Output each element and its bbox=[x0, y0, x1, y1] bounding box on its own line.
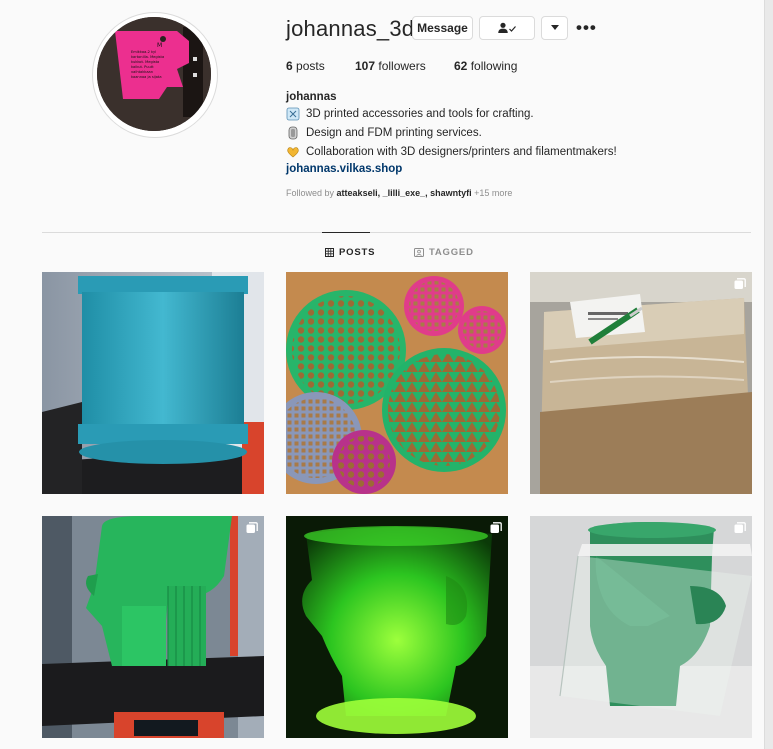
profile-username: johannas_3d bbox=[286, 16, 415, 41]
bio-text-2: Design and FDM printing services. bbox=[306, 127, 482, 139]
carousel-icon bbox=[734, 522, 746, 533]
window-scrollbar[interactable] bbox=[764, 0, 773, 749]
post-tile-3[interactable] bbox=[530, 272, 752, 494]
tab-tagged[interactable]: TAGGED bbox=[414, 247, 474, 258]
following-button[interactable] bbox=[479, 16, 535, 40]
post-tile-5[interactable] bbox=[286, 516, 508, 738]
message-button[interactable]: Message bbox=[412, 16, 473, 40]
carousel-icon bbox=[490, 522, 502, 533]
bio-text-1: 3D printed accessories and tools for cra… bbox=[306, 108, 534, 120]
bio-line-2: Design and FDM printing services. bbox=[286, 126, 482, 140]
followed-by-prefix: Followed by bbox=[286, 188, 335, 198]
following-stat[interactable]: 62 following bbox=[454, 59, 517, 73]
bio-line-1: 3D printed accessories and tools for cra… bbox=[286, 107, 534, 121]
tab-posts-label: POSTS bbox=[339, 247, 376, 258]
following-label: following bbox=[470, 59, 518, 73]
svg-text:Emikkaa-2 kyl: Emikkaa-2 kyl bbox=[131, 50, 156, 54]
svg-text:kaikut. Puutt: kaikut. Puutt bbox=[131, 65, 154, 69]
carousel-icon bbox=[246, 522, 258, 533]
heart-hands-icon bbox=[287, 147, 299, 158]
followed-by-more: +15 more bbox=[474, 188, 513, 198]
options-menu-button[interactable]: ••• bbox=[576, 18, 597, 38]
bio-line-3: Collaboration with 3D designers/printers… bbox=[286, 145, 617, 159]
tag-icon bbox=[414, 248, 424, 257]
tabs-divider bbox=[42, 232, 751, 233]
post-tile-2[interactable] bbox=[286, 272, 508, 494]
post-tile-6[interactable] bbox=[530, 516, 752, 738]
posts-count-stat: 6 posts bbox=[286, 59, 325, 73]
followers-count: 107 bbox=[355, 59, 376, 73]
followers-label: followers bbox=[378, 59, 426, 73]
post-tile-4[interactable] bbox=[42, 516, 264, 738]
website-link[interactable]: johannas.vilkas.shop bbox=[286, 163, 402, 175]
profile-full-name: johannas bbox=[286, 91, 337, 103]
suggestions-dropdown-button[interactable] bbox=[541, 16, 568, 40]
grid-icon bbox=[325, 248, 334, 257]
tab-tagged-label: TAGGED bbox=[429, 247, 474, 258]
filament-icon bbox=[288, 126, 298, 140]
followed-by[interactable]: Followed by atteakseli, _lilli_exe_, sha… bbox=[286, 188, 512, 198]
tab-posts[interactable]: POSTS bbox=[325, 247, 375, 258]
caret-down-icon bbox=[550, 25, 559, 30]
person-check-icon bbox=[498, 22, 516, 33]
following-count: 62 bbox=[454, 59, 468, 73]
avatar[interactable]: M Emikkaa-2 kyl kartonilla. Megista kukk… bbox=[97, 17, 211, 131]
posts-label: posts bbox=[296, 59, 325, 73]
spool-icon bbox=[286, 107, 300, 121]
svg-text:kaannoa ja sijata: kaannoa ja sijata bbox=[131, 75, 162, 79]
followers-stat[interactable]: 107 followers bbox=[355, 59, 426, 73]
followed-by-names: atteakseli, _lilli_exe_, shawntyfi bbox=[336, 188, 472, 198]
bio-text-3: Collaboration with 3D designers/printers… bbox=[306, 146, 617, 158]
svg-text:kukkot. Megista: kukkot. Megista bbox=[131, 60, 159, 64]
svg-text:kartonilla. Megista: kartonilla. Megista bbox=[131, 55, 164, 59]
active-tab-indicator bbox=[322, 232, 370, 233]
svg-text:vaihtakkaan: vaihtakkaan bbox=[131, 70, 153, 74]
post-tile-1[interactable] bbox=[42, 272, 264, 494]
carousel-icon bbox=[734, 278, 746, 289]
posts-count: 6 bbox=[286, 59, 293, 73]
avatar-tag-text: M bbox=[157, 42, 162, 49]
